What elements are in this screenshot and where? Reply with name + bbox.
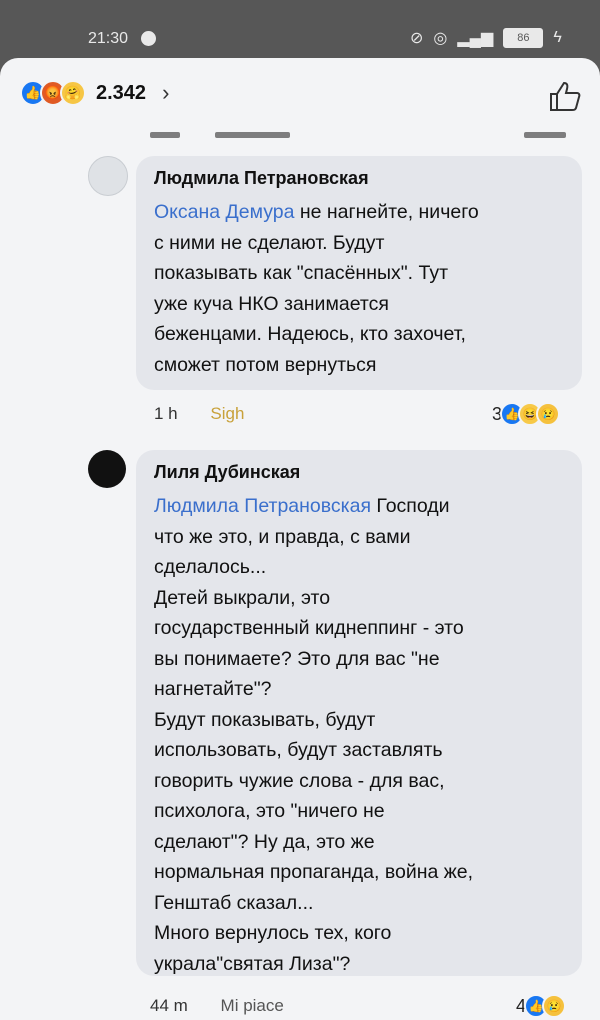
mute-icon: ⊘ [410,30,424,47]
battery-icon: 86 [503,28,544,48]
comment-reactions[interactable]: 4 👍 😢 [516,994,567,1018]
comment-bubble: Людмила Петрановская Оксана Демура не на… [136,156,582,390]
reaction-button[interactable]: Sigh [210,404,244,423]
alarm-icon: ◎ [433,30,448,47]
comment-mention[interactable]: Людмила Петрановская [154,495,371,517]
comment-time: 1 h [154,404,178,423]
sad-icon: 😢 [536,402,561,426]
comment-meta: 44 m Mi piace [150,996,284,1016]
thumbs-up-icon[interactable] [548,80,582,112]
comments-sheet: 👍 😡 🤗 2.342 › Людмила Петрановская Оксан… [0,58,600,1020]
reactions-header: 👍 😡 🤗 2.342 › [0,58,600,128]
charging-icon: ϟ [553,29,562,46]
comment-reactions[interactable]: 3 👍 😆 😢 [492,402,561,426]
care-icon: 🤗 [60,80,86,106]
comment-time: 44 m [150,996,188,1015]
comment-author[interactable]: Людмила Петрановская [154,168,564,189]
signal-icon: ▂▄▆ [457,30,494,47]
previous-comment-cutoff [0,124,600,146]
comment-bubble: Лиля Дубинская Людмила Петрановская Госп… [136,450,582,976]
reactions-count: 2.342 [96,81,147,104]
comment-author[interactable]: Лиля Дубинская [154,462,564,483]
comment-body: не нагнейте, ничего с ними не сделают. Б… [154,201,479,376]
status-icons: ⊘ ◎ ▂▄▆ 86 ϟ [410,28,562,48]
like-button[interactable]: Mi piace [221,996,284,1015]
facebook-notification-icon [141,31,156,46]
sad-icon: 😢 [542,994,567,1018]
comment-body: Господи что же это, и правда, с вами сде… [154,495,474,975]
avatar[interactable] [88,156,128,196]
reactions-summary[interactable]: 👍 😡 🤗 2.342 › [20,80,169,106]
status-bar: 21:30 ⊘ ◎ ▂▄▆ 86 ϟ [0,0,600,60]
status-time: 21:30 [88,30,129,47]
comment-text: Оксана Демура не нагнейте, ничего с ними… [154,197,564,380]
comment-meta: 1 h Sigh [154,404,244,424]
comment-text: Людмила Петрановская Господи что же это,… [154,491,564,979]
chevron-right-icon: › [162,80,170,105]
avatar[interactable] [88,450,126,488]
comment-mention[interactable]: Оксана Демура [154,201,294,223]
